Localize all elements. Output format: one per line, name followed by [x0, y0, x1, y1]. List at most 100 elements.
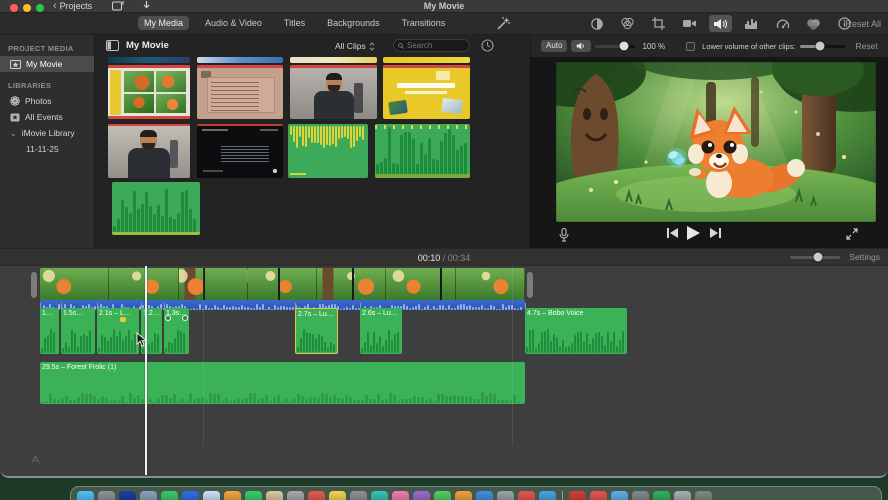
lower-volume-checkbox[interactable] [686, 41, 696, 51]
media-thumb-notes-document[interactable] [197, 65, 283, 119]
enhance-wand-icon[interactable] [496, 16, 511, 31]
dock-app-icon[interactable] [392, 491, 409, 500]
effects-icon[interactable] [802, 15, 825, 32]
color-balance-icon[interactable] [585, 15, 608, 32]
dock-app-icon[interactable] [119, 491, 136, 500]
volume-slider[interactable] [595, 41, 636, 51]
dock-app-icon[interactable] [350, 491, 367, 500]
dock-app-icon[interactable] [518, 491, 535, 500]
sidebar-toggle-icon[interactable] [106, 40, 119, 51]
fullscreen-button[interactable] [846, 228, 858, 240]
speed-icon[interactable] [771, 15, 794, 32]
dock-app-icon[interactable] [308, 491, 325, 500]
dock-app-icon[interactable] [476, 491, 493, 500]
search-input[interactable] [407, 41, 465, 50]
dock-app-icon[interactable] [182, 491, 199, 500]
color-correction-icon[interactable] [616, 15, 639, 32]
dock-app-icon[interactable] [77, 491, 94, 500]
sidebar-item-my-movie[interactable]: My Movie [0, 56, 94, 72]
sound-effect-clip[interactable]: 1.5s… [61, 308, 95, 354]
noise-equalizer-icon[interactable] [740, 15, 763, 32]
play-button[interactable] [686, 226, 700, 240]
dock-app-icon[interactable] [140, 491, 157, 500]
dock-app-icon[interactable] [497, 491, 514, 500]
dock-app-icon[interactable] [695, 491, 712, 500]
dock-app-icon[interactable] [569, 491, 586, 500]
stabilization-icon[interactable] [678, 15, 701, 32]
dock-app-icon[interactable] [413, 491, 430, 500]
dock-app-icon[interactable] [224, 491, 241, 500]
sound-effect-clip[interactable]: 2.6s – Lu… [360, 308, 402, 354]
music-clip[interactable]: 29.5s – Forest Frolic (1) [40, 362, 525, 404]
auto-volume-button[interactable]: Auto [541, 40, 568, 52]
next-frame-button[interactable] [710, 228, 721, 238]
dock-app-icon[interactable] [434, 491, 451, 500]
voiceover-mic-button[interactable] [559, 228, 569, 242]
timeline-settings-button[interactable]: Settings [849, 252, 880, 262]
sound-effect-clip[interactable]: 1.3s… [164, 308, 189, 354]
media-thumb-presenter[interactable] [290, 65, 377, 119]
main-toolbar: My Media Audio & Video Titles Background… [0, 13, 888, 35]
dock-app-icon[interactable] [632, 491, 649, 500]
dock-app-icon[interactable] [611, 491, 628, 500]
tab-titles[interactable]: Titles [278, 16, 311, 30]
dock-app-icon[interactable] [245, 491, 262, 500]
sound-effect-clip[interactable]: 4.7s – Bobo Voice [525, 308, 627, 354]
fade-handle[interactable] [165, 315, 171, 321]
media-thumb-terminal[interactable] [197, 124, 283, 178]
timeline-zoom-slider[interactable] [790, 252, 841, 262]
sidebar-item-event-11-11-25[interactable]: 11-11-25 [0, 141, 94, 157]
reset-all-button[interactable]: Reset All [845, 19, 881, 29]
sound-effect-clip[interactable]: 2.7s – Lu… [295, 308, 338, 354]
media-thumb-audio-clip[interactable] [288, 124, 368, 178]
trim-handle-left[interactable] [31, 272, 37, 298]
dock-app-icon[interactable] [590, 491, 607, 500]
disclosure-chevron-icon[interactable]: ⌄ [10, 129, 17, 138]
media-thumb-partial[interactable] [197, 57, 283, 63]
tab-my-media[interactable]: My Media [138, 16, 190, 30]
tab-transitions[interactable]: Transitions [396, 16, 452, 30]
sound-clip-label: 1… [42, 310, 53, 317]
media-thumb-promo-graphic[interactable] [383, 65, 470, 119]
media-thumb-presenter-2[interactable] [108, 124, 190, 178]
dock-app-icon[interactable] [161, 491, 178, 500]
dock-app-icon[interactable] [287, 491, 304, 500]
clip-duration-icon[interactable] [481, 39, 494, 52]
dock-app-icon[interactable] [329, 491, 346, 500]
dock-app-icon[interactable] [455, 491, 472, 500]
sidebar-item-photos[interactable]: Photos [0, 93, 94, 109]
dock-app-icon[interactable] [266, 491, 283, 500]
media-thumb-audio-clip[interactable] [112, 182, 200, 235]
dock-app-icon[interactable] [674, 491, 691, 500]
media-thumb-screen-recording[interactable] [108, 65, 190, 119]
dock-app-icon[interactable] [653, 491, 670, 500]
dock-app-icon[interactable] [203, 491, 220, 500]
photos-icon [10, 96, 20, 106]
media-thumb-partial[interactable] [290, 57, 377, 63]
clips-filter-dropdown[interactable]: All Clips [335, 41, 375, 51]
video-track-filmstrip[interactable] [40, 268, 525, 300]
dock-app-icon[interactable] [98, 491, 115, 500]
search-field[interactable] [393, 39, 470, 52]
playhead[interactable] [145, 266, 147, 475]
clip-marker [120, 317, 127, 322]
trim-handle-right[interactable] [527, 272, 533, 298]
previous-frame-button[interactable] [667, 228, 678, 238]
tab-backgrounds[interactable]: Backgrounds [321, 16, 386, 30]
tab-audio-video[interactable]: Audio & Video [199, 16, 268, 30]
media-thumb-partial[interactable] [108, 57, 190, 63]
reset-volume-button[interactable]: Reset [856, 41, 878, 51]
crop-icon[interactable] [647, 15, 670, 32]
dock-app-icon[interactable] [539, 491, 556, 500]
sound-effect-clip[interactable]: 2.1s – L… [97, 308, 139, 354]
media-thumb-audio-clip[interactable] [375, 124, 470, 178]
sound-effect-clip[interactable]: 1… [40, 308, 59, 354]
fade-handle[interactable] [182, 315, 188, 321]
lower-volume-slider[interactable] [799, 41, 846, 51]
dock-app-icon[interactable] [371, 491, 388, 500]
mute-button[interactable] [571, 40, 592, 52]
sidebar-item-imovie-library[interactable]: ⌄ iMovie Library [0, 125, 94, 141]
media-thumb-partial[interactable] [383, 57, 470, 63]
volume-icon[interactable] [709, 15, 732, 32]
sidebar-item-all-events[interactable]: All Events [0, 109, 94, 125]
